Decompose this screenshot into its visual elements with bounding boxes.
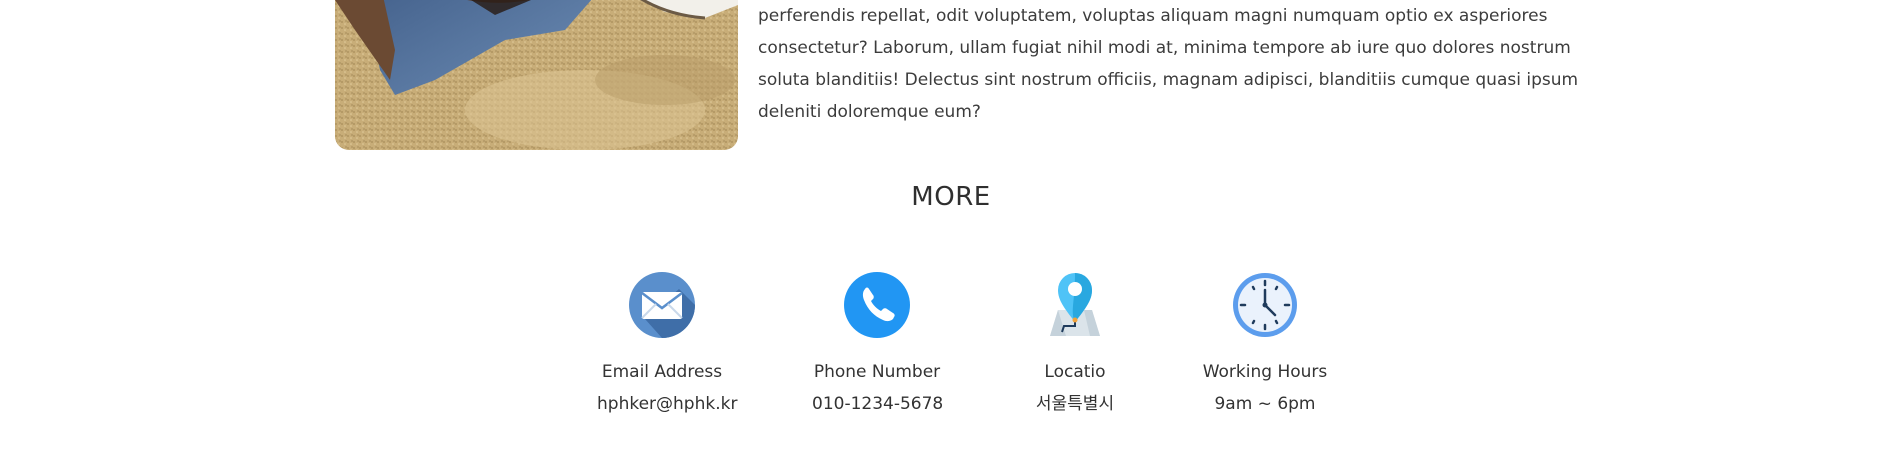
mail-icon (629, 272, 695, 338)
contact-location-value: 서울특별시 (1035, 394, 1115, 414)
contact-email: Email Address hphker@hphk.kr (597, 272, 738, 420)
contact-phone-value: 010-1234-5678 (812, 394, 944, 414)
story-paragraph: perferendis repellat, odit voluptatem, v… (758, 6, 1579, 122)
story-photo (335, 0, 738, 150)
clock-icon (1233, 273, 1297, 337)
phone-icon (844, 272, 910, 338)
page: perferendis repellat, odit voluptatem, v… (0, 0, 1902, 461)
beach-photo-image (335, 0, 738, 150)
contact-location-label: Locatio (1044, 362, 1106, 382)
contact-phone: Phone Number 010-1234-5678 (812, 272, 944, 420)
contact-email-label: Email Address (601, 362, 723, 382)
story-text: perferendis repellat, odit voluptatem, v… (758, 0, 1598, 128)
more-section-title: MORE (911, 182, 991, 212)
contact-hours-label: Working Hours (1202, 362, 1328, 382)
map-pin-icon (1050, 273, 1100, 336)
contact-email-value: hphker@hphk.kr (597, 394, 738, 414)
contact-phone-label: Phone Number (813, 362, 941, 382)
contact-hours-value: 9am ~ 6pm (1214, 394, 1316, 414)
contact-hours: Working Hours 9am ~ 6pm (1200, 272, 1330, 420)
contact-location: Locatio 서울특별시 (1015, 272, 1135, 420)
